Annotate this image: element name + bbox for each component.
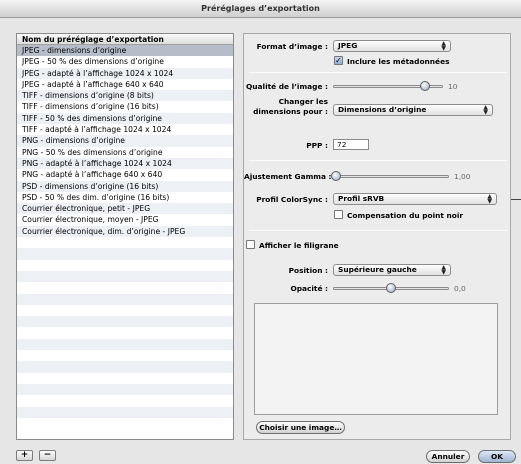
colorsync-value: Profil sRVB (338, 194, 385, 203)
preset-list-empty-row (17, 383, 233, 396)
popup-arrows-icon: ▲ ▼ (487, 193, 492, 205)
divider (249, 160, 507, 161)
preset-list-item[interactable]: TIFF - dimensions d’origine (16 bits) (17, 101, 233, 113)
resize-value: Dimensions d’origine (338, 105, 427, 114)
preset-list-header[interactable]: Nom du préréglage d’exportation (17, 34, 233, 45)
preset-rows: JPEG - dimensions d’origine JPEG - 50 % d… (17, 45, 233, 430)
preset-list-item[interactable]: TIFF - 50 % des dimensions d’origine (17, 112, 233, 125)
include-metadata-checkbox[interactable]: ✓ (334, 56, 343, 65)
preset-list-item[interactable]: JPEG - 50 % des dimensions d’origine (17, 56, 233, 68)
preset-list-empty-row (17, 270, 233, 283)
preset-list-empty-row (17, 248, 233, 260)
popup-arrows-icon: ▲ ▼ (441, 264, 446, 276)
preset-list-empty-row (17, 395, 233, 407)
resize-label-line1: Changer les (278, 97, 328, 106)
divider (249, 230, 507, 231)
popup-arrows-icon: ▲ ▼ (441, 40, 446, 52)
preset-list-item[interactable]: JPEG - adapté à l’affichage 640 x 640 (17, 78, 233, 91)
preset-list-empty-row (17, 237, 233, 249)
preset-list-empty-row (17, 406, 233, 418)
preset-list-item[interactable]: TIFF - adapté à l’affichage 1024 x 1024 (17, 124, 233, 136)
preset-list-item[interactable]: Courrier électronique, moyen - JPEG (17, 214, 233, 226)
opacity-label: Opacité : (290, 284, 328, 293)
dpi-field[interactable]: 72 (333, 139, 369, 150)
preset-list-item[interactable]: JPEG - dimensions d’origine (17, 45, 233, 57)
opacity-slider-knob[interactable] (386, 283, 396, 293)
preset-list-item[interactable]: PSD - dimensions d’origine (16 bits) (17, 180, 233, 192)
black-point-checkbox[interactable] (334, 210, 343, 219)
preset-list-item[interactable]: PNG - dimensions d’origine (17, 135, 233, 147)
settings-panel: Format d’image : JPEG ▲ ▼ ✓ Inclure les m… (243, 33, 511, 440)
preset-list-item[interactable]: Courrier électronique, petit - JPEG (17, 203, 233, 215)
preset-list-empty-row (17, 259, 233, 271)
preset-list-empty-row (17, 304, 233, 317)
preset-list-empty-row (17, 293, 233, 305)
black-point-label: Compensation du point noir (347, 211, 464, 220)
resize-label-line2: dimensions pour : (253, 107, 328, 116)
watermark-checkbox[interactable] (246, 240, 255, 249)
preset-list-item[interactable]: Courrier électronique, dim. d’origine - … (17, 225, 233, 238)
cancel-button[interactable]: Annuler (426, 450, 470, 463)
preset-list-empty-row (17, 372, 233, 384)
preset-list-empty-row (17, 417, 233, 430)
gamma-value: 1,00 (454, 172, 471, 181)
preset-list-empty-row (17, 361, 233, 373)
preset-list-empty-row (17, 316, 233, 328)
preset-list-item[interactable]: PNG - adapté à l’affichage 640 x 640 (17, 169, 233, 181)
quality-label: Qualité de l’image : (246, 82, 328, 91)
gamma-label: Ajustement Gamma : (244, 172, 332, 181)
preset-list-item[interactable]: TIFF - dimensions d’origine (8 bits) (17, 90, 233, 102)
window-title: Préréglages d’exportation (0, 0, 521, 18)
colorsync-popup[interactable]: Profil sRVB ▲ ▼ (333, 193, 497, 205)
preset-list-empty-row (17, 327, 233, 339)
remove-preset-button[interactable]: − (39, 450, 56, 461)
popup-arrows-icon: ▲ ▼ (483, 104, 488, 116)
choose-image-button[interactable]: Choisir une image… (256, 421, 345, 434)
preset-list-empty-row (17, 350, 233, 362)
opacity-value: 0,0 (454, 284, 466, 293)
resize-popup[interactable]: Dimensions d’origine ▲ ▼ (333, 104, 493, 116)
watermark-preview (254, 303, 498, 415)
quality-value: 10 (448, 82, 458, 91)
preset-list-item[interactable]: PSD - 50 % des dim. d’origine (16 bits) (17, 191, 233, 204)
resize-label: Changer les dimensions pour : (244, 97, 328, 117)
preset-list-empty-row (17, 338, 233, 351)
preset-list-item[interactable]: PNG - adapté à l’affichage 1024 x 1024 (17, 157, 233, 170)
add-preset-button[interactable]: + (16, 450, 33, 461)
quality-slider-knob[interactable] (419, 81, 430, 91)
preset-list-empty-row (17, 282, 233, 294)
preset-list-item[interactable]: PNG - 50 % des dimensions d’origine (17, 146, 233, 158)
dpi-label: PPP : (306, 141, 328, 150)
panel-edge-line (511, 199, 521, 200)
colorsync-label: Profil ColorSync : (256, 195, 328, 204)
position-label: Position : (288, 266, 328, 275)
gamma-slider-knob[interactable] (331, 171, 341, 181)
preset-list-item[interactable]: JPEG - adapté à l’affichage 1024 x 1024 (17, 67, 233, 79)
preset-list[interactable]: Nom du préréglage d’exportation JPEG - d… (16, 33, 234, 440)
watermark-label: Afficher le filigrane (259, 241, 339, 250)
position-value: Supérieure gauche (338, 265, 417, 274)
format-value: JPEG (338, 41, 358, 50)
format-label: Format d’image : (256, 42, 328, 51)
format-popup[interactable]: JPEG ▲ ▼ (333, 40, 451, 52)
divider (249, 72, 507, 73)
position-popup[interactable]: Supérieure gauche ▲ ▼ (333, 264, 451, 276)
gamma-slider-track[interactable] (333, 175, 449, 178)
ok-button[interactable]: OK (478, 450, 516, 463)
include-metadata-label: Inclure les métadonnées (347, 57, 450, 66)
